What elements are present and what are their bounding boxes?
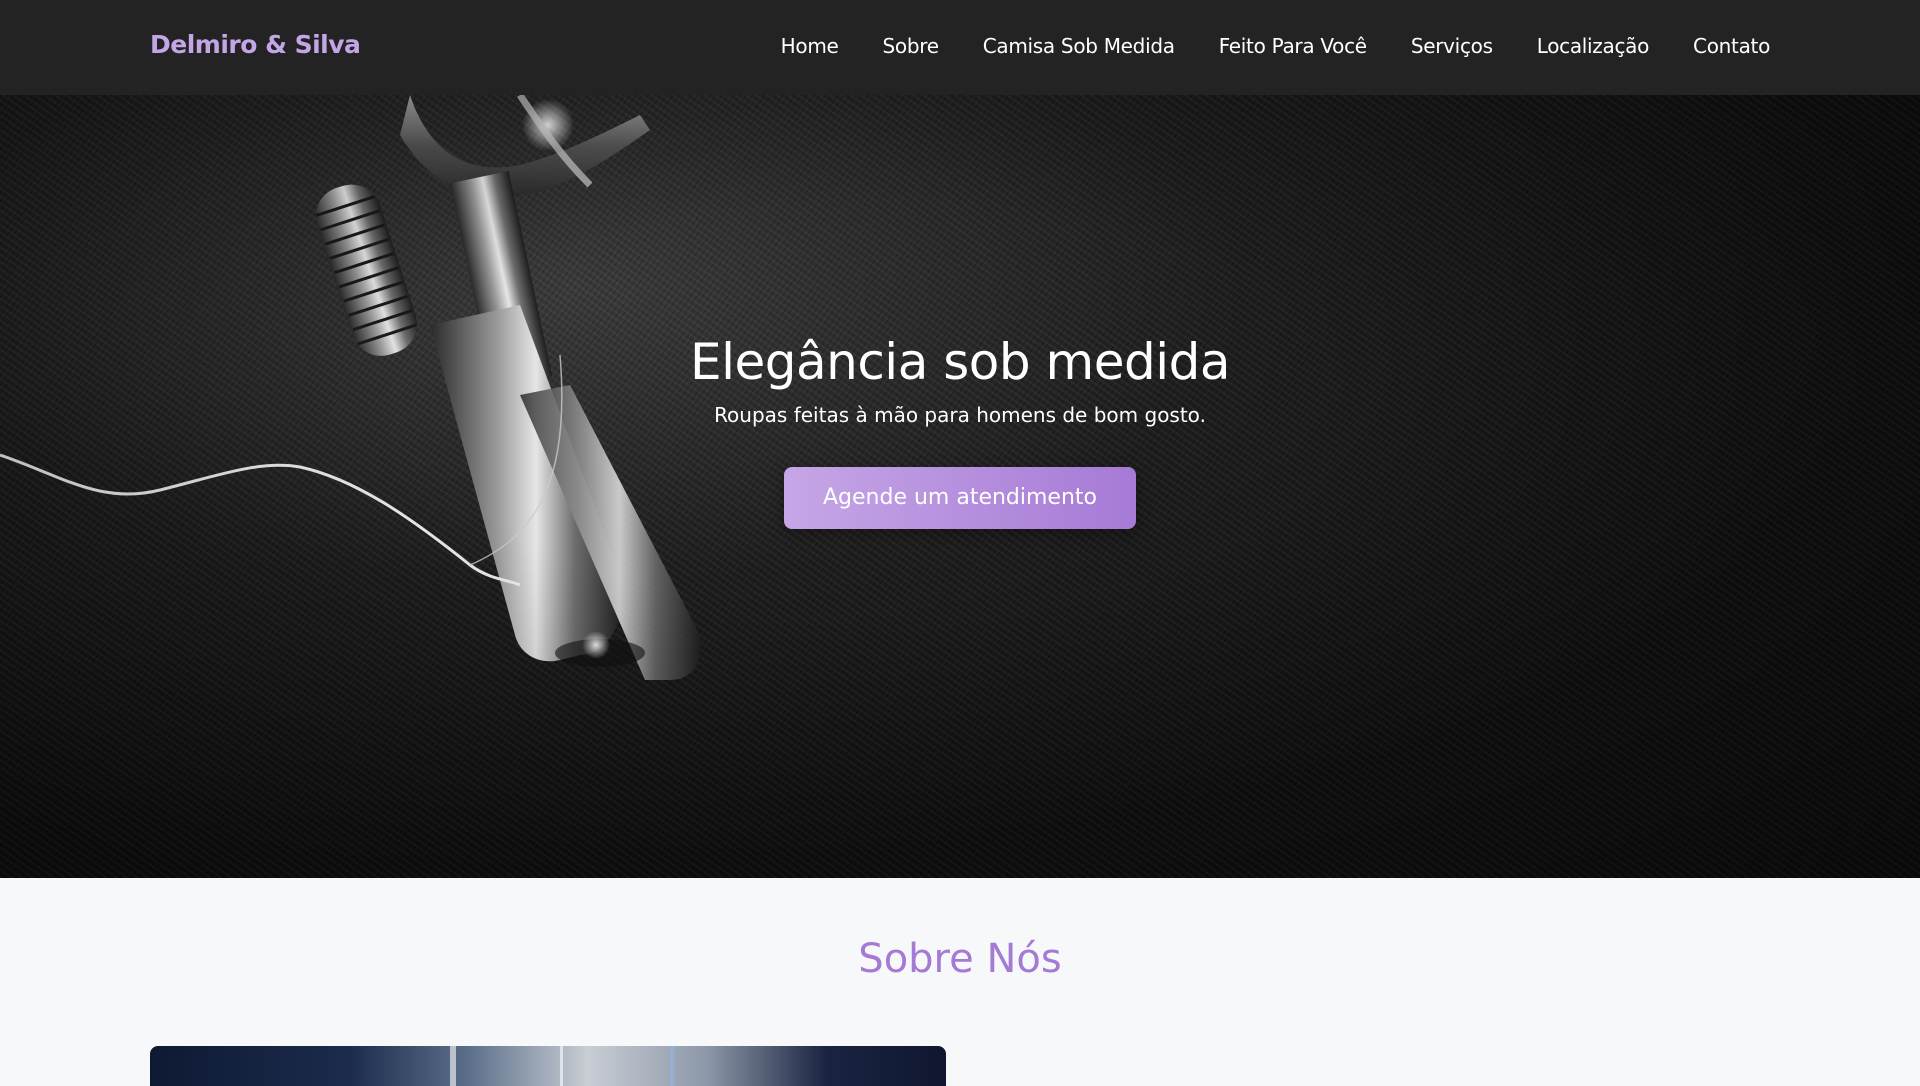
navbar: Delmiro & Silva Home Sobre Camisa Sob Me… [0,0,1920,95]
nav-link-contato[interactable]: Contato [1693,34,1770,58]
about-image-detail [560,1046,563,1086]
nav-item-localizacao: Localização [1537,34,1650,58]
nav-link-servicos[interactable]: Serviços [1411,34,1493,58]
hero-title: Elegância sob medida [690,333,1230,391]
hero-subtitle: Roupas feitas à mão para homens de bom g… [714,403,1206,427]
hero-section: Elegância sob medida Roupas feitas à mão… [0,95,1920,878]
nav-menu: Home Sobre Camisa Sob Medida Feito Para … [781,34,1771,58]
nav-item-home: Home [781,34,839,58]
nav-item-contato: Contato [1693,34,1770,58]
about-image-detail [450,1046,456,1086]
nav-link-home[interactable]: Home [781,34,839,58]
brand-logo-link[interactable]: Delmiro & Silva [150,30,361,59]
nav-link-camisa-sob-medida[interactable]: Camisa Sob Medida [983,34,1175,58]
nav-item-camisa-sob-medida: Camisa Sob Medida [983,34,1175,58]
hero-content: Elegância sob medida Roupas feitas à mão… [0,333,1920,529]
about-image [150,1046,946,1086]
nav-link-localizacao[interactable]: Localização [1537,34,1650,58]
about-title: Sobre Nós [858,936,1062,982]
about-image-detail [670,1046,674,1086]
about-section: Sobre Nós [0,878,1920,1086]
nav-link-sobre[interactable]: Sobre [883,34,940,58]
nav-item-servicos: Serviços [1411,34,1493,58]
nav-item-feito-para-voce: Feito Para Você [1219,34,1367,58]
nav-link-feito-para-voce[interactable]: Feito Para Você [1219,34,1367,58]
nav-item-sobre: Sobre [883,34,940,58]
schedule-appointment-button[interactable]: Agende um atendimento [784,467,1136,529]
